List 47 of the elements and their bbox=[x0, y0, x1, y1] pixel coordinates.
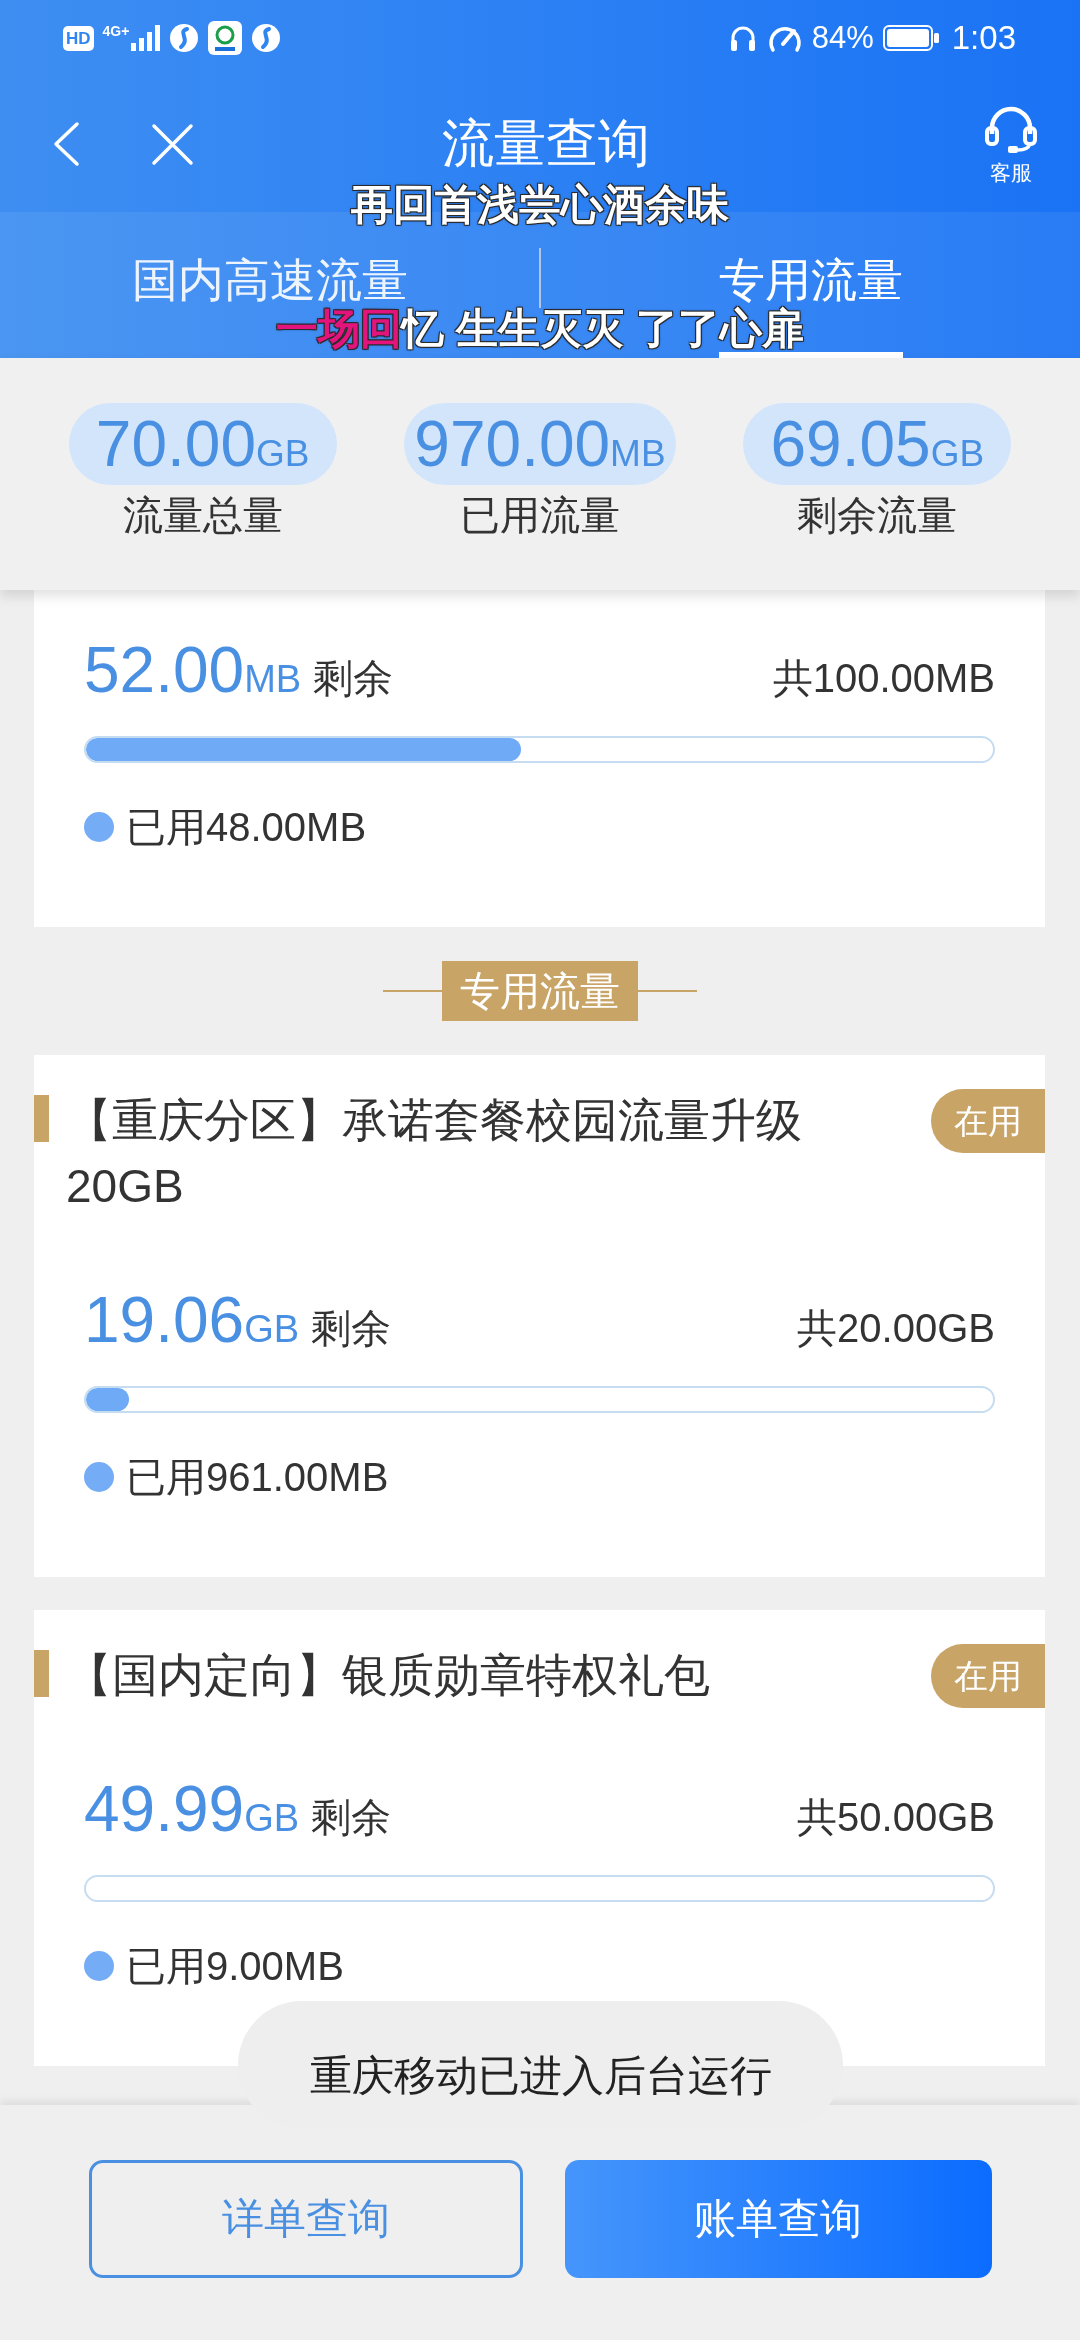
detail-query-button[interactable]: 详单查询 bbox=[89, 2160, 523, 2278]
total-amount: 共100.00MB bbox=[772, 655, 995, 702]
round-app-icon bbox=[169, 23, 200, 53]
remaining-amount: 19.06GB bbox=[84, 1283, 300, 1358]
signal-icon bbox=[130, 24, 161, 52]
customer-service-button[interactable]: 客服 bbox=[983, 103, 1039, 185]
bill-query-button[interactable]: 账单查询 bbox=[564, 2160, 992, 2278]
round-app-icon bbox=[251, 23, 282, 53]
page-title: 流量查询 bbox=[441, 113, 650, 174]
lyric-line: 一场回忆 生生灭灭 了了心扉 bbox=[276, 306, 804, 352]
hd-badge: HD bbox=[63, 25, 94, 51]
battery-percent: 84% bbox=[811, 20, 874, 56]
status-tag: 在用 bbox=[931, 1089, 1045, 1153]
used-amount: 已用9.00MB bbox=[126, 1942, 344, 1990]
package-title: 【重庆分区】承诺套餐校园流量升级20GB bbox=[65, 1093, 803, 1214]
remaining-amount: 49.99GB bbox=[84, 1772, 300, 1847]
lyric-line: 再回首浅尝心酒余味 bbox=[351, 182, 729, 228]
clock: 1:03 bbox=[951, 19, 1016, 57]
title-accent-bar bbox=[34, 1095, 49, 1142]
remaining-label: 剩余 bbox=[311, 1305, 392, 1352]
status-tag: 在用 bbox=[931, 1644, 1045, 1708]
legend-dot-icon bbox=[84, 812, 114, 842]
stat-label: 已用流量 bbox=[460, 492, 620, 539]
legend-dot-icon bbox=[84, 1951, 114, 1981]
used-amount: 已用961.00MB bbox=[126, 1453, 389, 1501]
package-title: 【国内定向】银质勋章特权礼包 bbox=[65, 1648, 711, 1703]
section-heading: 专用流量 bbox=[441, 961, 638, 1021]
title-accent-bar bbox=[34, 1650, 49, 1697]
close-icon[interactable] bbox=[151, 122, 194, 166]
total-amount: 共50.00GB bbox=[797, 1794, 995, 1841]
back-icon[interactable] bbox=[52, 121, 80, 167]
tab[interactable]: 专用流量 bbox=[718, 256, 903, 304]
remaining-label: 剩余 bbox=[313, 655, 394, 702]
remaining-amount: 52.00MB bbox=[84, 633, 302, 708]
used-amount: 已用48.00MB bbox=[126, 803, 367, 851]
stat-label: 剩余流量 bbox=[797, 492, 958, 539]
stat-amount: 70.00GB bbox=[68, 403, 337, 485]
app-icon bbox=[208, 21, 243, 55]
legend-dot-icon bbox=[84, 1462, 114, 1492]
total-amount: 共20.00GB bbox=[797, 1305, 995, 1352]
stat-label: 流量总量 bbox=[122, 492, 283, 539]
tab[interactable]: 国内高速流量 bbox=[131, 256, 408, 304]
stat-amount: 69.05GB bbox=[743, 403, 1012, 485]
battery-icon bbox=[882, 25, 939, 51]
stat-amount: 970.00MB bbox=[404, 403, 676, 485]
remaining-label: 剩余 bbox=[311, 1794, 392, 1841]
network-type: 4G+ bbox=[102, 24, 130, 38]
